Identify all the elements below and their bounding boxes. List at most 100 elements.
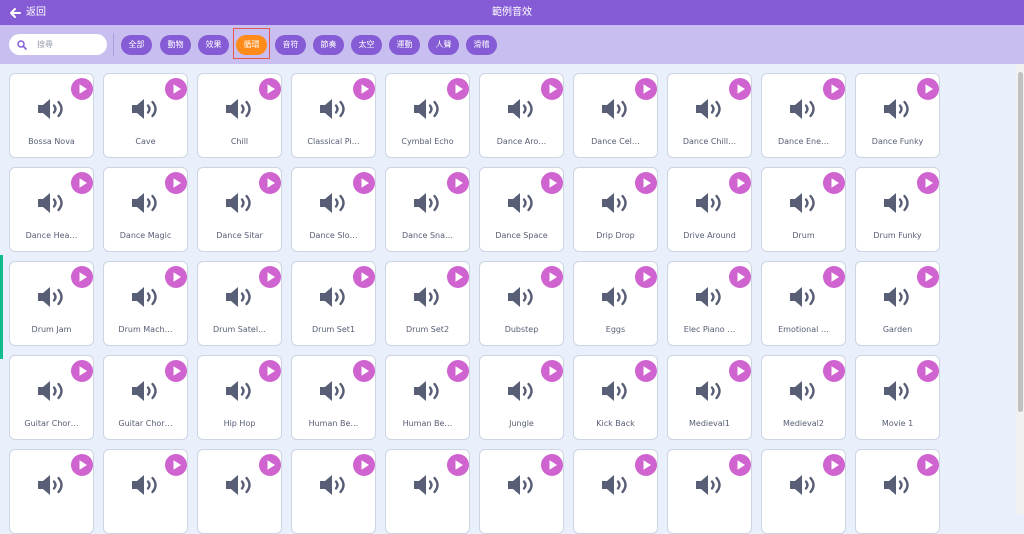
play-button[interactable] xyxy=(917,266,939,292)
sound-card[interactable]: Dance Magic xyxy=(103,167,188,252)
filter-tag[interactable]: 節奏 xyxy=(313,35,344,55)
play-button[interactable] xyxy=(635,454,657,480)
play-button[interactable] xyxy=(447,172,469,198)
sound-card[interactable]: Jungle xyxy=(479,355,564,440)
sound-card[interactable]: Bossa Nova xyxy=(9,73,94,158)
sound-card[interactable]: Medieval2 xyxy=(761,355,846,440)
play-button[interactable] xyxy=(541,360,563,386)
sound-card[interactable]: Medieval1 xyxy=(667,355,752,440)
sound-card[interactable]: Drum Set1 xyxy=(291,261,376,346)
play-button[interactable] xyxy=(353,360,375,386)
sound-card[interactable]: Drum Jam xyxy=(9,261,94,346)
filter-tag[interactable]: 全部 xyxy=(121,35,152,55)
sound-card[interactable]: Dance Aro… xyxy=(479,73,564,158)
sound-card[interactable]: Dance Ene… xyxy=(761,73,846,158)
play-button[interactable] xyxy=(71,266,93,292)
sound-card[interactable] xyxy=(667,449,752,534)
play-button[interactable] xyxy=(353,78,375,104)
play-button[interactable] xyxy=(823,266,845,292)
sound-card[interactable]: Eggs xyxy=(573,261,658,346)
play-button[interactable] xyxy=(447,454,469,480)
filter-tag[interactable]: 滑稽 xyxy=(466,35,497,55)
play-button[interactable] xyxy=(541,172,563,198)
sound-card[interactable]: Cymbal Echo xyxy=(385,73,470,158)
play-button[interactable] xyxy=(259,172,281,198)
sound-card[interactable]: Dance Hea… xyxy=(9,167,94,252)
play-button[interactable] xyxy=(165,172,187,198)
play-button[interactable] xyxy=(71,360,93,386)
play-button[interactable] xyxy=(823,172,845,198)
play-button[interactable] xyxy=(635,78,657,104)
sound-card[interactable] xyxy=(385,449,470,534)
scrollbar-thumb[interactable] xyxy=(1018,72,1023,412)
sound-card[interactable] xyxy=(855,449,940,534)
sound-card[interactable]: Chill xyxy=(197,73,282,158)
play-button[interactable] xyxy=(729,360,751,386)
sound-card[interactable]: Drum Satel… xyxy=(197,261,282,346)
filter-tag[interactable]: 音符 xyxy=(275,35,306,55)
play-button[interactable] xyxy=(823,78,845,104)
sound-card[interactable]: Dance Chill… xyxy=(667,73,752,158)
play-button[interactable] xyxy=(165,78,187,104)
play-button[interactable] xyxy=(823,360,845,386)
play-button[interactable] xyxy=(259,454,281,480)
sound-card[interactable]: Human Be… xyxy=(385,355,470,440)
play-button[interactable] xyxy=(353,266,375,292)
play-button[interactable] xyxy=(259,360,281,386)
filter-tag[interactable]: 運動 xyxy=(389,35,420,55)
play-button[interactable] xyxy=(447,266,469,292)
sound-card[interactable]: Cave xyxy=(103,73,188,158)
sound-card[interactable]: Dubstep xyxy=(479,261,564,346)
play-button[interactable] xyxy=(71,78,93,104)
sound-card[interactable]: Drip Drop xyxy=(573,167,658,252)
search-input[interactable] xyxy=(37,40,97,49)
play-button[interactable] xyxy=(71,172,93,198)
play-button[interactable] xyxy=(917,172,939,198)
sound-card[interactable] xyxy=(197,449,282,534)
play-button[interactable] xyxy=(635,172,657,198)
sound-card[interactable]: Drum Set2 xyxy=(385,261,470,346)
filter-tag[interactable]: 人聲 xyxy=(428,35,459,55)
sound-card[interactable] xyxy=(103,449,188,534)
play-button[interactable] xyxy=(165,266,187,292)
filter-tag[interactable]: 循環 xyxy=(236,35,267,55)
play-button[interactable] xyxy=(165,454,187,480)
sound-card[interactable] xyxy=(291,449,376,534)
play-button[interactable] xyxy=(729,454,751,480)
play-button[interactable] xyxy=(541,454,563,480)
play-button[interactable] xyxy=(259,266,281,292)
play-button[interactable] xyxy=(447,78,469,104)
sound-card[interactable]: Emotional … xyxy=(761,261,846,346)
back-button[interactable]: 返回 xyxy=(9,5,46,20)
sound-card[interactable] xyxy=(761,449,846,534)
sound-card[interactable]: Movie 1 xyxy=(855,355,940,440)
play-button[interactable] xyxy=(917,78,939,104)
sound-card[interactable] xyxy=(573,449,658,534)
filter-tag[interactable]: 效果 xyxy=(198,35,229,55)
play-button[interactable] xyxy=(165,360,187,386)
play-button[interactable] xyxy=(353,454,375,480)
sound-card[interactable]: Drive Around xyxy=(667,167,752,252)
sound-card[interactable]: Dance Sitar xyxy=(197,167,282,252)
play-button[interactable] xyxy=(917,454,939,480)
sound-card[interactable]: Elec Piano … xyxy=(667,261,752,346)
play-button[interactable] xyxy=(917,360,939,386)
play-button[interactable] xyxy=(353,172,375,198)
play-button[interactable] xyxy=(729,172,751,198)
sound-card[interactable]: Hip Hop xyxy=(197,355,282,440)
sound-card[interactable]: Human Be… xyxy=(291,355,376,440)
search-box[interactable] xyxy=(9,34,107,55)
sound-card[interactable]: Guitar Chor… xyxy=(103,355,188,440)
play-button[interactable] xyxy=(259,78,281,104)
sound-card[interactable]: Dance Funky xyxy=(855,73,940,158)
sound-card[interactable]: Garden xyxy=(855,261,940,346)
filter-tag[interactable]: 太空 xyxy=(351,35,382,55)
play-button[interactable] xyxy=(729,78,751,104)
sound-card[interactable] xyxy=(479,449,564,534)
play-button[interactable] xyxy=(635,360,657,386)
sound-card[interactable]: Drum xyxy=(761,167,846,252)
sound-card[interactable]: Dance Slo… xyxy=(291,167,376,252)
sound-card[interactable]: Dance Sna… xyxy=(385,167,470,252)
play-button[interactable] xyxy=(71,454,93,480)
play-button[interactable] xyxy=(823,454,845,480)
